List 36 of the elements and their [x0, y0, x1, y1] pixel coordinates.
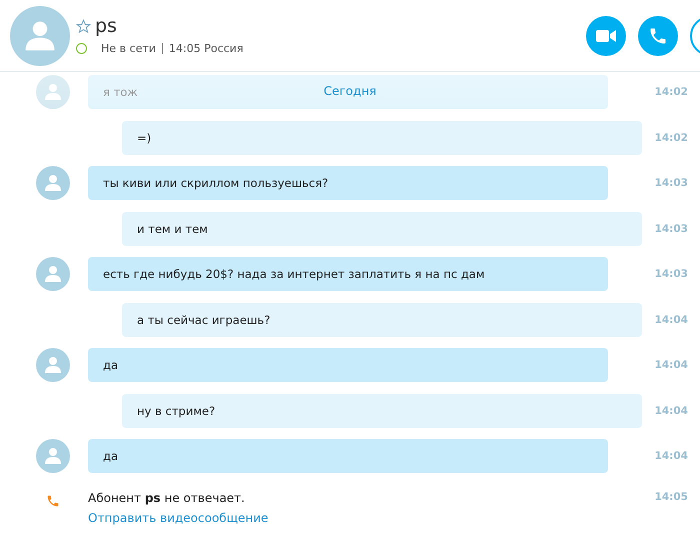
contact-name: ps — [95, 16, 117, 36]
phone-icon — [648, 26, 668, 46]
message-bubble: да — [88, 439, 608, 473]
message-bubble: и тем и тем — [122, 212, 642, 246]
call-status-text: Абонент ps не отвечает. — [88, 490, 246, 504]
person-icon — [43, 173, 63, 193]
person-icon — [43, 355, 63, 375]
message-time: 14:04 — [654, 314, 688, 326]
message-time: 14:05 — [654, 490, 688, 502]
message-bubble: а ты сейчас играешь? — [122, 302, 642, 336]
day-separator: Сегодня — [324, 84, 376, 98]
star-icon[interactable] — [76, 18, 91, 34]
offline-status-icon — [76, 43, 87, 54]
message-time: 14:03 — [654, 177, 688, 189]
person-icon — [43, 82, 63, 102]
message-time: 14:04 — [654, 359, 688, 371]
message-time: 14:03 — [654, 222, 688, 234]
message-bubble: ну в стриме? — [122, 394, 642, 428]
video-call-button[interactable] — [586, 16, 626, 56]
send-video-message-link[interactable]: Отправить видеосообщение — [88, 510, 268, 524]
message-bubble: да — [88, 348, 608, 382]
message-bubble: ты киви или скриллом пользуешься? — [88, 166, 608, 200]
message-time: 14:02 — [654, 132, 688, 144]
message-bubble: =) — [122, 120, 642, 154]
message-time: 14:02 — [654, 86, 688, 98]
person-icon — [43, 446, 63, 466]
message-time: 14:04 — [654, 450, 688, 462]
phone-icon — [46, 494, 60, 508]
call-button[interactable] — [638, 16, 678, 56]
message-time: 14:04 — [654, 404, 688, 416]
message-time: 14:03 — [654, 268, 688, 280]
message-bubble: есть где нибудь 20$? нада за интернет заплатить я на пс дам — [88, 257, 608, 291]
video-camera-icon — [596, 28, 616, 42]
status-text: Не в сети — [101, 42, 156, 55]
local-time: 14:05 Россия — [168, 42, 244, 55]
person-icon — [43, 264, 63, 284]
